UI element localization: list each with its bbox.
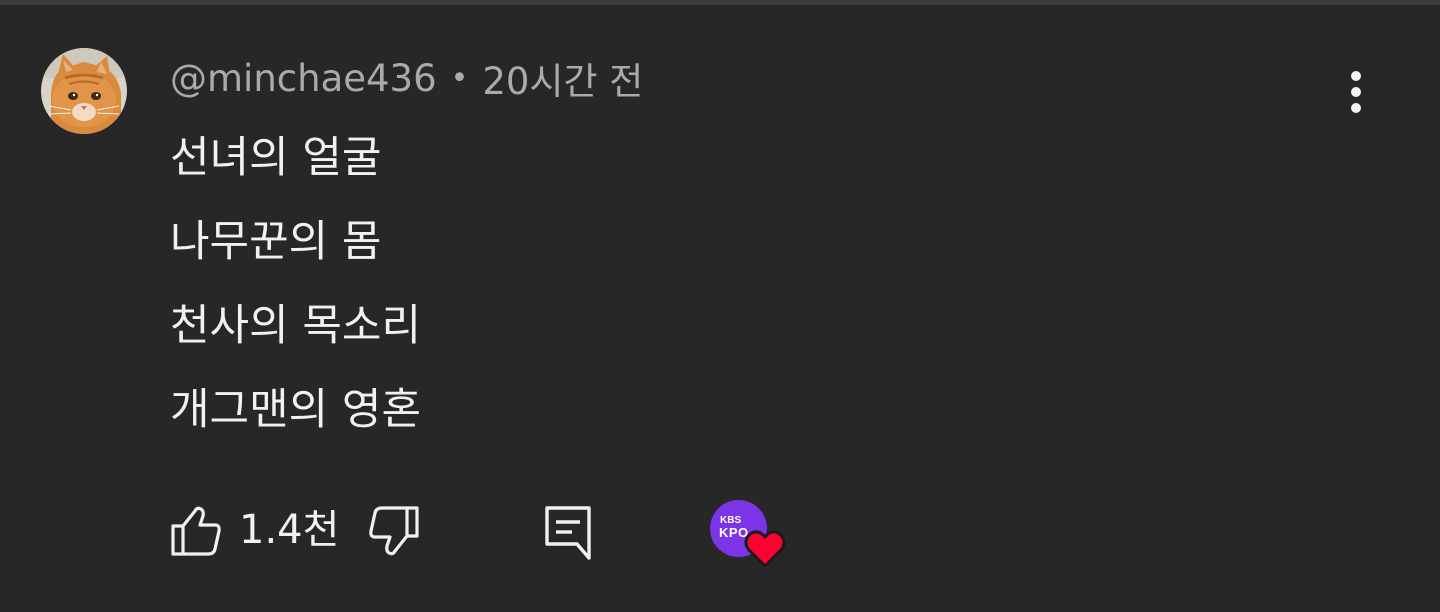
like-count: 1.4천 <box>239 507 340 553</box>
comment-text: 선녀의 얼굴 나무꾼의 몸 천사의 목소리 개그맨의 영혼 <box>170 127 421 463</box>
comment-line-4: 개그맨의 영혼 <box>170 385 422 435</box>
thumbs-down-icon <box>369 506 419 556</box>
like-button[interactable] <box>168 502 224 558</box>
more-options-button[interactable] <box>1330 62 1382 122</box>
author-handle[interactable]: @minchae436 <box>170 57 437 100</box>
creator-heart-badge: KBS KPO <box>710 500 790 572</box>
dislike-button[interactable] <box>366 504 422 560</box>
comment-line-3: 천사의 목소리 <box>170 301 422 351</box>
reply-comment-icon <box>545 506 591 560</box>
comment-meta: @minchae436 • 20시간 전 <box>170 55 643 104</box>
comment-timestamp[interactable]: 20시간 전 <box>482 51 643 105</box>
heart-icon <box>744 530 786 568</box>
comment-actions: 1.4천 KBS KPO <box>0 497 1440 568</box>
top-divider <box>0 0 1440 5</box>
comment-line-2: 나무꾼의 몸 <box>170 217 382 267</box>
author-avatar[interactable] <box>41 48 127 134</box>
reply-button[interactable] <box>541 502 597 560</box>
meta-separator: • <box>450 60 469 96</box>
thumbs-up-icon <box>171 506 221 556</box>
cat-avatar-image <box>41 48 127 134</box>
comment-line-1: 선녀의 얼굴 <box>170 133 382 183</box>
more-vertical-icon <box>1351 71 1361 113</box>
